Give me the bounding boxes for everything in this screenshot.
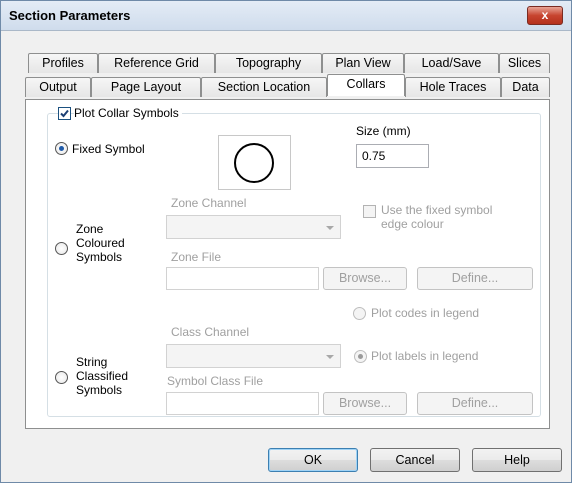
zone-radio-label-2: Coloured: [76, 236, 125, 250]
cancel-button[interactable]: Cancel: [370, 448, 460, 472]
string-classified-symbols-radio[interactable]: [55, 371, 68, 384]
tab-load-save[interactable]: Load/Save: [404, 53, 499, 73]
circle-symbol-icon: [234, 143, 274, 183]
zone-radio-label-1: Zone: [76, 222, 104, 236]
tab-data[interactable]: Data: [501, 77, 550, 97]
tab-topography[interactable]: Topography: [215, 53, 322, 73]
tab-output[interactable]: Output: [25, 77, 91, 97]
string-browse-button[interactable]: Browse...: [323, 392, 407, 415]
tab-page-layout[interactable]: Page Layout: [91, 77, 201, 97]
close-button[interactable]: x: [527, 6, 563, 25]
close-icon: x: [541, 8, 549, 22]
size-label: Size (mm): [356, 124, 411, 138]
checkmark-icon: [60, 109, 69, 118]
zone-file-input[interactable]: [166, 267, 319, 290]
zone-coloured-symbols-radio[interactable]: [55, 242, 68, 255]
symbol-class-file-label: Symbol Class File: [167, 374, 264, 388]
zone-channel-label: Zone Channel: [171, 196, 247, 210]
class-channel-label: Class Channel: [171, 325, 250, 339]
zone-browse-button[interactable]: Browse...: [323, 267, 407, 290]
zone-channel-select[interactable]: [166, 215, 341, 239]
chevron-down-icon: [326, 226, 334, 230]
size-input[interactable]: 0.75: [356, 144, 429, 168]
plot-codes-label: Plot codes in legend: [371, 306, 480, 320]
plot-labels-label: Plot labels in legend: [371, 349, 479, 363]
plot-labels-radio[interactable]: [354, 350, 367, 363]
string-radio-label-2: Classified: [76, 369, 129, 383]
tab-reference-grid[interactable]: Reference Grid: [98, 53, 215, 73]
symbol-class-file-input[interactable]: [166, 392, 319, 415]
fixed-symbol-label: Fixed Symbol: [72, 142, 145, 156]
title-bar[interactable]: Section Parameters x: [1, 1, 571, 31]
use-fixed-edge-colour-label-1: Use the fixed symbol: [381, 203, 493, 217]
plot-collar-symbols-checkbox[interactable]: [58, 107, 71, 120]
symbol-preview[interactable]: [218, 135, 291, 190]
fixed-symbol-radio[interactable]: [55, 142, 68, 155]
tab-plan-view[interactable]: Plan View: [322, 53, 404, 73]
zone-define-button[interactable]: Define...: [417, 267, 533, 290]
tab-profiles[interactable]: Profiles: [28, 53, 98, 73]
string-radio-label-3: Symbols: [76, 383, 123, 397]
use-fixed-edge-colour-checkbox[interactable]: [363, 205, 376, 218]
tab-collars[interactable]: Collars: [327, 74, 405, 96]
class-channel-select[interactable]: [166, 344, 341, 368]
use-fixed-edge-colour-label-2: edge colour: [381, 217, 444, 231]
tab-slices[interactable]: Slices: [499, 53, 550, 73]
plot-collar-symbols-label: Plot Collar Symbols: [74, 106, 182, 120]
chevron-down-icon: [326, 355, 334, 359]
ok-button[interactable]: OK: [268, 448, 358, 472]
string-radio-label-1: String: [76, 355, 108, 369]
zone-radio-label-3: Symbols: [76, 250, 123, 264]
dialog-title: Section Parameters: [9, 8, 131, 23]
plot-codes-radio[interactable]: [353, 307, 366, 320]
string-define-button[interactable]: Define...: [417, 392, 533, 415]
tab-hole-traces[interactable]: Hole Traces: [405, 77, 501, 97]
help-button[interactable]: Help: [472, 448, 562, 472]
tab-section-location[interactable]: Section Location: [201, 77, 327, 97]
size-value: 0.75: [362, 149, 386, 163]
zone-file-label: Zone File: [171, 250, 222, 264]
